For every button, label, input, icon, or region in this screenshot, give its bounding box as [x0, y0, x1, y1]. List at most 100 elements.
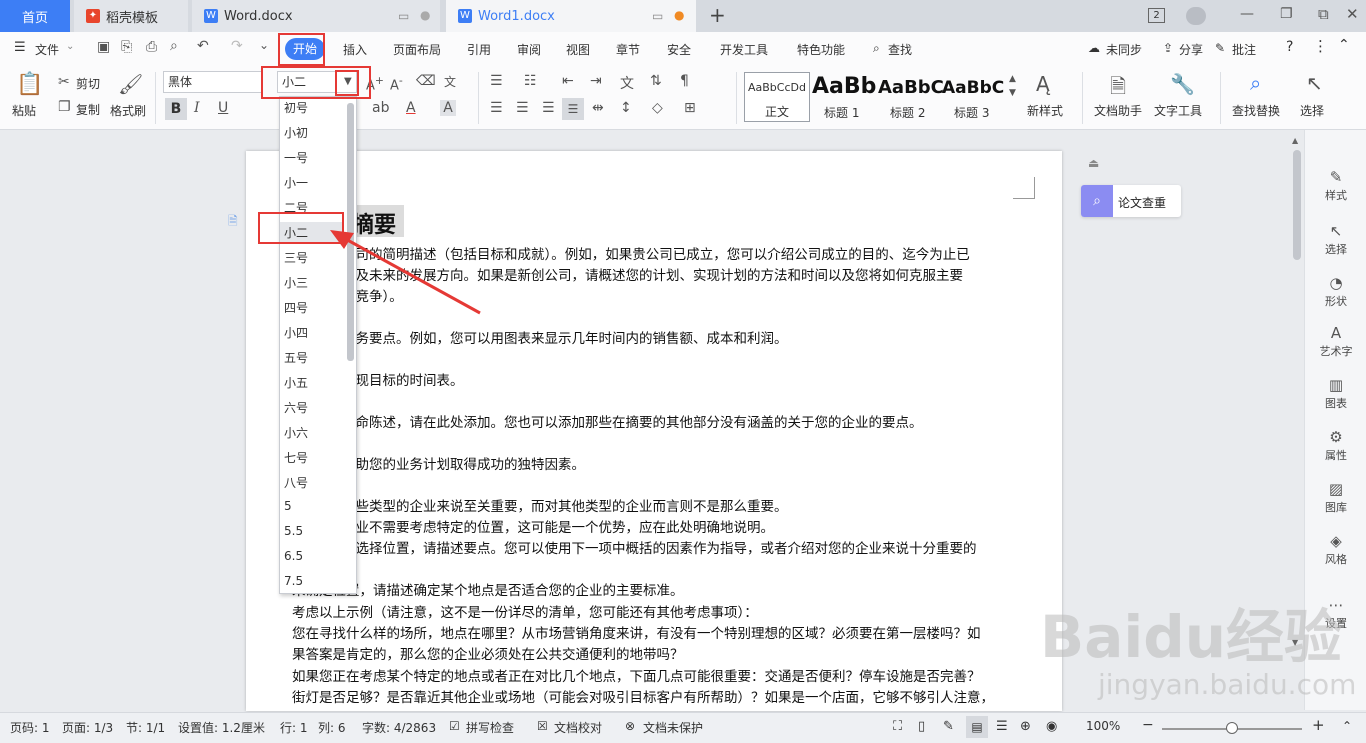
- distribute-icon[interactable]: ⇹: [592, 100, 604, 116]
- fullscreen-icon[interactable]: ⛶: [893, 719, 902, 734]
- panel-properties[interactable]: ⚙ 属性: [1305, 428, 1366, 463]
- redo-icon[interactable]: ↷: [231, 38, 243, 54]
- new-style-button[interactable]: 新样式: [1027, 102, 1063, 119]
- spell-check-button[interactable]: 拼写检查: [466, 719, 514, 736]
- menu-review[interactable]: 审阅: [517, 41, 541, 58]
- status-section[interactable]: 节: 1/1: [126, 719, 165, 736]
- window-count-badge[interactable]: 2: [1148, 8, 1165, 23]
- panel-chart[interactable]: ▥ 图表: [1305, 376, 1366, 411]
- zoom-slider-thumb[interactable]: [1226, 722, 1238, 734]
- paper-check-button[interactable]: ⌕ 论文查重: [1081, 185, 1181, 217]
- panel-select[interactable]: ↖ 选择: [1305, 222, 1366, 257]
- font-size-option[interactable]: 7.5: [284, 574, 303, 588]
- font-size-option[interactable]: 初号: [284, 99, 308, 116]
- proof-button[interactable]: 文档校对: [554, 719, 602, 736]
- align-center-icon[interactable]: ☰: [516, 100, 529, 116]
- menu-page-layout[interactable]: 页面布局: [393, 41, 441, 58]
- minimize-icon[interactable]: —: [1240, 6, 1254, 22]
- char-shading-icon[interactable]: A: [440, 100, 456, 116]
- align-left-icon[interactable]: ☰: [490, 100, 503, 116]
- font-size-option[interactable]: 小一: [284, 174, 308, 191]
- style-heading-3[interactable]: AaBbC 标题 3: [942, 72, 1008, 122]
- read-mode-icon[interactable]: ▯: [918, 719, 925, 734]
- tab-docer[interactable]: ✦ 稻壳模板: [74, 0, 188, 32]
- sync-status[interactable]: 未同步: [1106, 41, 1142, 58]
- style-heading-1[interactable]: AaBb 标题 1: [812, 72, 876, 122]
- menu-file[interactable]: 文件: [35, 41, 59, 58]
- highlight-icon[interactable]: ab: [372, 100, 389, 116]
- restore-icon[interactable]: ⧉: [1318, 5, 1329, 23]
- paste-icon[interactable]: 📋: [16, 72, 43, 97]
- text-tools-button[interactable]: 文字工具: [1154, 102, 1202, 119]
- font-color-icon[interactable]: A: [406, 100, 416, 116]
- protect-status[interactable]: 文档未保护: [643, 719, 703, 736]
- copy-button[interactable]: 复制: [76, 101, 100, 118]
- menu-security[interactable]: 安全: [667, 41, 691, 58]
- new-tab-button[interactable]: +: [709, 3, 726, 27]
- collapse-ribbon-icon[interactable]: ⌃: [1338, 37, 1350, 53]
- maximize-icon[interactable]: ❐: [1280, 6, 1293, 22]
- menu-search[interactable]: 查找: [888, 41, 912, 58]
- menu-view[interactable]: 视图: [566, 41, 590, 58]
- font-size-option[interactable]: 5.5: [284, 524, 303, 538]
- font-size-option[interactable]: 一号: [284, 149, 308, 166]
- status-setting[interactable]: 设置值: 1.2厘米: [178, 719, 265, 736]
- pin-icon[interactable]: ▭: [398, 9, 409, 23]
- font-size-option[interactable]: 三号: [284, 249, 308, 266]
- justify-button[interactable]: ☰: [562, 98, 584, 120]
- pin-icon[interactable]: ▭: [652, 9, 663, 23]
- menu-developer[interactable]: 开发工具: [720, 41, 768, 58]
- line-spacing-icon[interactable]: ↕: [620, 100, 632, 116]
- font-size-option[interactable]: 五号: [284, 349, 308, 366]
- format-painter-button[interactable]: 格式刷: [110, 102, 146, 119]
- doc-assistant-button[interactable]: 文档助手: [1094, 102, 1142, 119]
- show-marks-icon[interactable]: ¶: [680, 73, 689, 89]
- zoom-level[interactable]: 100%: [1086, 719, 1120, 733]
- tab-word-docx[interactable]: W Word.docx ▭ ●: [192, 0, 440, 32]
- page-view-icon[interactable]: ▤: [966, 716, 988, 738]
- underline-button[interactable]: U: [218, 100, 228, 116]
- close-icon[interactable]: ✕: [1346, 5, 1359, 23]
- paragraph-handle-icon[interactable]: 🗎: [228, 212, 238, 233]
- styles-scroll-icon[interactable]: ▲ ▼: [1009, 72, 1016, 100]
- hamburger-icon[interactable]: ☰: [14, 40, 26, 55]
- scrollbar-thumb[interactable]: [1293, 150, 1301, 260]
- panel-styles[interactable]: ✎ 样式: [1305, 168, 1366, 203]
- chinese-layout-icon[interactable]: 文: [620, 73, 634, 93]
- font-size-option[interactable]: 八号: [284, 474, 308, 491]
- panel-gallery[interactable]: ▨ 图库: [1305, 480, 1366, 515]
- font-size-option[interactable]: 四号: [284, 299, 308, 316]
- search-icon[interactable]: ⌕: [873, 41, 880, 56]
- font-size-option[interactable]: 小初: [284, 124, 308, 141]
- panel-shapes[interactable]: ◔ 形状: [1305, 274, 1366, 309]
- borders-icon[interactable]: ⊞: [684, 100, 696, 116]
- increase-indent-icon[interactable]: ⇥: [590, 73, 602, 89]
- status-row[interactable]: 行: 1: [280, 719, 308, 736]
- quick-access-chevron-icon[interactable]: ⌄: [259, 38, 269, 52]
- status-col[interactable]: 列: 6: [318, 719, 346, 736]
- menu-section[interactable]: 章节: [616, 41, 640, 58]
- panel-wordart[interactable]: A 艺术字: [1305, 324, 1366, 359]
- tab-home[interactable]: 首页: [0, 0, 70, 32]
- cut-button[interactable]: 剪切: [76, 75, 100, 92]
- save-icon[interactable]: ▣: [97, 39, 110, 55]
- web-view-icon[interactable]: ⊕: [1020, 719, 1031, 734]
- eye-protect-icon[interactable]: ◉: [1046, 719, 1057, 734]
- undo-icon[interactable]: ↶: [197, 38, 209, 54]
- menu-references[interactable]: 引用: [467, 41, 491, 58]
- edit-icon[interactable]: ✎: [943, 719, 954, 734]
- font-size-option[interactable]: 小五: [284, 374, 308, 391]
- shrink-font-icon[interactable]: A-: [390, 74, 403, 93]
- font-size-option[interactable]: 小六: [284, 424, 308, 441]
- print-icon[interactable]: ⎙: [146, 39, 157, 55]
- style-normal[interactable]: AaBbCcDd 正文: [744, 72, 810, 122]
- menu-features[interactable]: 特色功能: [797, 41, 845, 58]
- status-page[interactable]: 页码: 1: [10, 719, 50, 736]
- annotate-button[interactable]: 批注: [1232, 41, 1256, 58]
- menu-insert[interactable]: 插入: [343, 41, 367, 58]
- italic-button[interactable]: I: [194, 100, 200, 116]
- collapse-up-icon[interactable]: ⏏: [1088, 156, 1099, 170]
- status-pages[interactable]: 页面: 1/3: [62, 719, 113, 736]
- scroll-up-icon[interactable]: ▲: [1292, 136, 1298, 145]
- style-heading-2[interactable]: AaBbC 标题 2: [876, 72, 944, 122]
